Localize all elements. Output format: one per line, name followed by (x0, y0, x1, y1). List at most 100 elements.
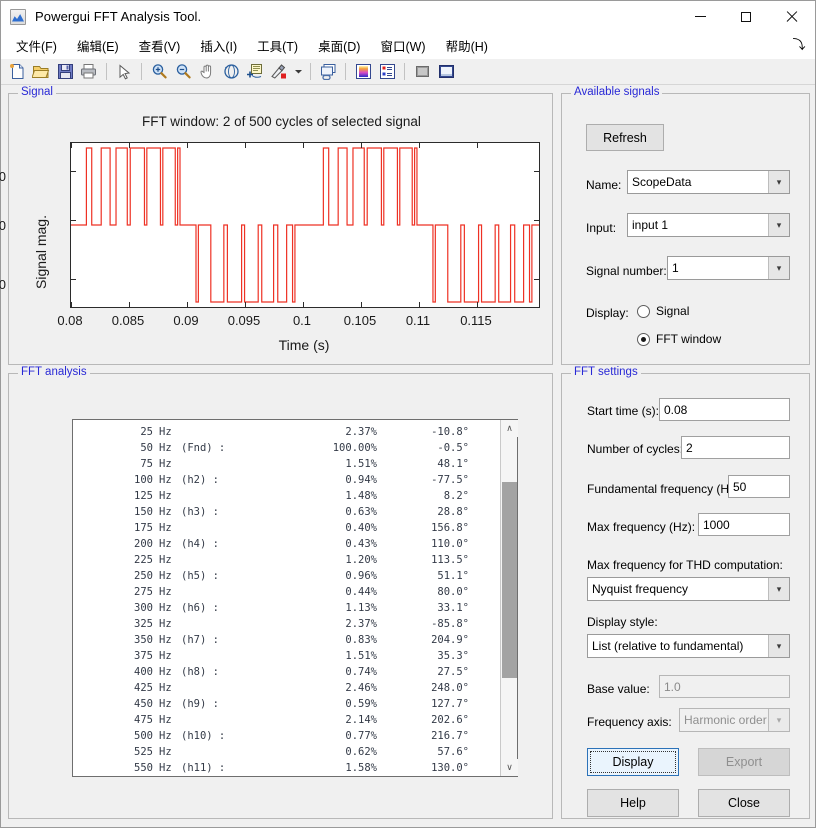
number-of-cycles-input[interactable]: 2 (681, 436, 790, 459)
harmonic-row[interactable]: 275 Hz 0.44% 80.0° (73, 584, 500, 600)
radio-fft-window-indicator[interactable] (637, 332, 650, 346)
signal-number-combo[interactable]: 1 ▾ (667, 256, 790, 280)
harmonic-row[interactable]: 75 Hz 1.51% 48.1° (73, 456, 500, 472)
chevron-down-icon[interactable]: ▾ (768, 635, 789, 657)
open-file-button[interactable] (30, 61, 52, 83)
legend-icon (379, 64, 395, 79)
rotate-3d-button[interactable] (220, 61, 242, 83)
brush-dropdown-button[interactable] (292, 61, 304, 83)
legend-button[interactable] (376, 61, 398, 83)
close-button[interactable] (769, 1, 815, 32)
harmonic-row[interactable]: 100 Hz (h2) : 0.94% -77.5° (73, 472, 500, 488)
harmonic-row[interactable]: 250 Hz (h5) : 0.96% 51.1° (73, 568, 500, 584)
input-combo-value: input 1 (632, 218, 669, 232)
harmonic-row[interactable]: 525 Hz 0.62% 57.6° (73, 744, 500, 760)
fft-settings-panel: FFT settings Start time (s): 0.08 Number… (561, 366, 810, 819)
close-icon (786, 11, 798, 23)
menu-insert[interactable]: 插入(I) (191, 33, 246, 58)
help-button[interactable]: Help (587, 789, 679, 817)
menu-file[interactable]: 文件(F) (7, 33, 66, 58)
fundamental-frequency-input[interactable]: 50 (728, 475, 790, 498)
harmonic-row[interactable]: 475 Hz 2.14% 202.6° (73, 712, 500, 728)
chevron-down-icon[interactable]: ▾ (768, 578, 789, 600)
menu-tools[interactable]: 工具(T) (248, 33, 307, 58)
close-panel-button[interactable]: Close (698, 789, 790, 817)
hide-plot-tools-button[interactable] (411, 61, 433, 83)
display-style-combo[interactable]: List (relative to fundamental) ▾ (587, 634, 790, 658)
chevron-down-icon[interactable]: ▾ (768, 171, 789, 193)
harmonic-order (181, 616, 257, 632)
harmonic-order (181, 424, 257, 440)
harmonics-listbox[interactable]: 25 Hz 2.37% -10.8° 50 Hz (Fnd) : 100.00% -0.5° 75… (72, 419, 518, 777)
harmonic-row[interactable]: 225 Hz 1.20% 113.5° (73, 552, 500, 568)
harmonic-row[interactable]: 325 Hz 2.37% -85.8° (73, 616, 500, 632)
harmonic-row[interactable]: 150 Hz (h3) : 0.63% 28.8° (73, 504, 500, 520)
harmonic-unit: Hz (159, 746, 172, 758)
chevron-down-icon[interactable]: ▾ (768, 257, 789, 279)
harmonic-frequency: 500 (134, 730, 153, 742)
input-combo[interactable]: input 1 ▾ (627, 213, 790, 237)
harmonic-unit: Hz (159, 650, 172, 662)
harmonic-row[interactable]: 350 Hz (h7) : 0.83% 204.9° (73, 632, 500, 648)
data-cursor-button[interactable] (244, 61, 266, 83)
menu-view[interactable]: 查看(V) (130, 33, 190, 58)
brush-button[interactable] (268, 61, 290, 83)
refresh-button[interactable]: Refresh (586, 124, 664, 151)
harmonic-row[interactable]: 450 Hz (h9) : 0.59% 127.7° (73, 696, 500, 712)
harmonic-unit: Hz (159, 538, 172, 550)
menu-help[interactable]: 帮助(H) (437, 33, 497, 58)
menu-window[interactable]: 窗口(W) (371, 33, 434, 58)
harmonics-scrollbar[interactable]: ∧ ∨ (500, 420, 518, 776)
x-axis-label: Time (s) (278, 337, 330, 353)
zoom-out-button[interactable] (172, 61, 194, 83)
harmonic-frequency: 75 (140, 458, 153, 470)
dock-arrow-icon[interactable]: ⤵ (792, 38, 806, 52)
harmonic-magnitude: 1.58% (345, 762, 377, 774)
harmonic-row[interactable]: 125 Hz 1.48% 8.2° (73, 488, 500, 504)
harmonic-row[interactable]: 500 Hz (h10) : 0.77% 216.7° (73, 728, 500, 744)
pan-button[interactable] (196, 61, 218, 83)
harmonic-row[interactable]: 200 Hz (h4) : 0.43% 110.0° (73, 536, 500, 552)
harmonic-angle: 127.7° (431, 698, 469, 710)
harmonic-frequency: 525 (134, 746, 153, 758)
radio-display-fft-window[interactable]: FFT window (637, 332, 721, 346)
harmonic-row[interactable]: 425 Hz 2.46% 248.0° (73, 680, 500, 696)
harmonic-row[interactable]: 550 Hz (h11) : 1.58% 130.0° (73, 760, 500, 776)
save-figure-button[interactable] (54, 61, 76, 83)
harmonic-frequency: 25 (140, 426, 153, 438)
harmonic-row[interactable]: 375 Hz 1.51% 35.3° (73, 648, 500, 664)
display-button[interactable]: Display (587, 748, 679, 776)
name-combo[interactable]: ScopeData ▾ (627, 170, 790, 194)
link-plot-button[interactable] (317, 61, 339, 83)
pointer-button[interactable] (113, 61, 135, 83)
new-figure-button[interactable] (6, 61, 28, 83)
colorbar-button[interactable] (352, 61, 374, 83)
minimize-button[interactable] (677, 1, 723, 32)
x-tick (419, 302, 420, 307)
start-time-input[interactable]: 0.08 (659, 398, 790, 421)
max-frequency-input[interactable]: 1000 (698, 513, 790, 536)
available-signals-legend: Available signals (571, 86, 663, 98)
scroll-down-icon[interactable]: ∨ (501, 759, 518, 776)
menu-desktop[interactable]: 桌面(D) (309, 33, 369, 58)
zoom-in-button[interactable] (148, 61, 170, 83)
harmonic-row[interactable]: 175 Hz 0.40% 156.8° (73, 520, 500, 536)
radio-display-signal[interactable]: Signal (637, 304, 689, 318)
harmonic-row[interactable]: 400 Hz (h8) : 0.74% 27.5° (73, 664, 500, 680)
maximize-button[interactable] (723, 1, 769, 32)
print-figure-button[interactable] (78, 61, 100, 83)
harmonic-order: (h10) : (181, 730, 226, 742)
chevron-down-icon[interactable]: ▾ (768, 214, 789, 236)
harmonic-row[interactable]: 50 Hz (Fnd) : 100.00% -0.5° (73, 440, 500, 456)
harmonic-order: (h4) : (181, 538, 219, 550)
harmonic-row[interactable]: 300 Hz (h6) : 1.13% 33.1° (73, 600, 500, 616)
radio-signal-indicator[interactable] (637, 304, 650, 318)
harmonic-row[interactable]: 25 Hz 2.37% -10.8° (73, 424, 500, 440)
show-plot-tools-button[interactable] (435, 61, 457, 83)
menu-edit[interactable]: 编辑(E) (68, 33, 128, 58)
scroll-up-icon[interactable]: ∧ (501, 420, 518, 437)
harmonic-order (181, 584, 257, 600)
scrollbar-thumb[interactable] (502, 482, 517, 678)
base-value-label: Base value: (587, 682, 650, 696)
max-frequency-thd-combo[interactable]: Nyquist frequency ▾ (587, 577, 790, 601)
